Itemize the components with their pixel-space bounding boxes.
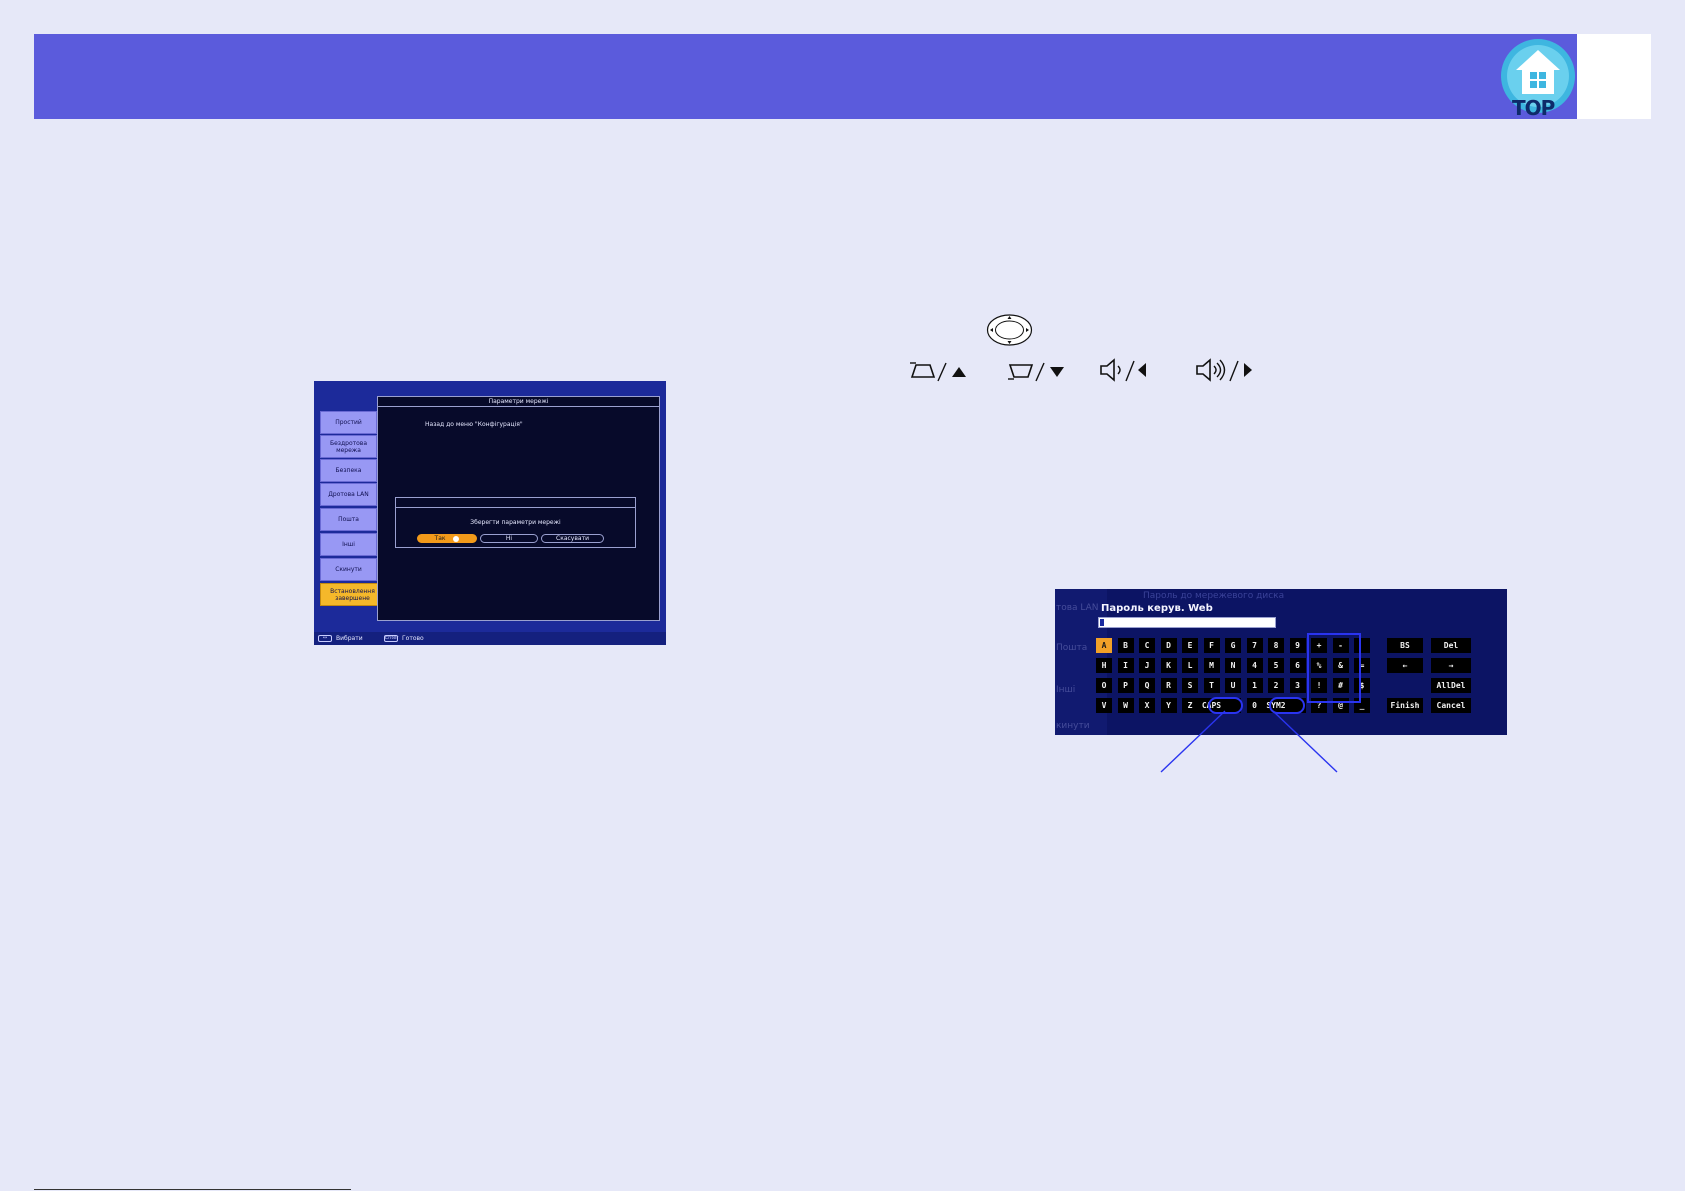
sidebar-item-reset[interactable]: Скинути [320,558,377,581]
keyboard-key[interactable]: 7 [1246,638,1263,653]
keyboard-key[interactable]: X [1139,698,1155,713]
keyboard-key[interactable]: L [1182,658,1198,673]
keyboard-key[interactable]: F [1203,638,1220,653]
keyboard-key[interactable]: Q [1139,678,1155,693]
cancel-button[interactable]: Скасувати [541,534,604,543]
dialog-titlebar [396,498,635,508]
back-to-config-link[interactable]: Назад до меню "Конфігурація" [425,421,523,428]
keyboard-key[interactable]: C [1139,638,1155,653]
keyboard-key[interactable]: P [1117,678,1134,693]
cancel-key[interactable]: Cancel [1431,698,1471,713]
keyboard-key[interactable]: J [1139,658,1155,673]
done-label: Готово [402,635,424,642]
keyboard-key[interactable]: H [1096,658,1112,673]
save-dialog: Зберегти параметри мережі Так Ні Скасува… [395,497,636,548]
keyboard-key[interactable]: M [1203,658,1220,673]
dialog-message: Зберегти параметри мережі [470,519,561,526]
keyboard-key[interactable]: N [1225,658,1241,673]
yes-button[interactable]: Так [417,534,477,543]
network-settings-screenshot: Простий Бездротова мережа Безпека Дротов… [314,381,666,645]
ghost-sidebar-item: Інші [1056,685,1076,695]
backspace-key[interactable]: BS [1387,638,1423,653]
footer-rule [34,1189,351,1190]
panel-title: Параметри мережі [378,397,659,407]
keyboard-key[interactable]: D [1160,638,1177,653]
cursor-right-key[interactable]: → [1431,658,1471,673]
keyboard-key[interactable]: O [1096,678,1112,693]
keyboard-key[interactable]: 8 [1268,638,1284,653]
dpad-icon [986,314,1033,346]
keyboard-key[interactable]: V [1096,698,1112,713]
callout-lines [1160,710,1338,773]
cursor-left-key[interactable]: ← [1387,658,1423,673]
keyboard-key[interactable]: 1 [1246,678,1263,693]
top-link-label[interactable]: TOP [1512,96,1555,120]
keyboard-key[interactable]: A [1096,638,1112,653]
ghost-sidebar-item: това LAN [1056,603,1099,613]
header-corner [1577,34,1651,119]
keyboard-key[interactable]: G [1225,638,1241,653]
select-label: Вибрати [336,635,363,642]
keyboard-key[interactable]: I [1117,658,1134,673]
sidebar-item-other[interactable]: Інші [320,533,377,556]
keyboard-key[interactable]: U [1225,678,1241,693]
all-delete-key[interactable]: AllDel [1431,678,1471,693]
keyboard-key[interactable]: S [1182,678,1198,693]
ghost-sidebar-item: Пошта [1056,643,1088,653]
symbol-keys-highlight [1307,633,1361,703]
sidebar-item-security[interactable]: Безпека [320,459,377,482]
keyboard-key[interactable]: 3 [1289,678,1306,693]
ghost-sidebar-item: кинути [1056,721,1090,731]
sidebar-item-wireless[interactable]: Бездротова мережа [320,435,377,458]
ghost-dialog-title: Пароль до мережевого диска [1143,591,1285,601]
enter-key-icon: Enter [384,635,399,642]
select-arrows-icon: ↔ [318,635,332,642]
settings-panel: Параметри мережі Назад до меню "Конфігур… [377,396,660,621]
keystone-up-icon [910,362,966,382]
sidebar-item-setup-complete[interactable]: Встановлення завершене [320,583,385,606]
text-cursor [1100,619,1104,626]
keyboard-key[interactable]: E [1182,638,1198,653]
keyboard-key[interactable]: R [1160,678,1177,693]
keystone-down-icon [1008,362,1064,382]
volume-up-icon [1196,358,1252,382]
keyboard-key[interactable]: B [1117,638,1134,653]
check-icon [453,535,460,542]
password-input[interactable] [1098,617,1276,628]
finish-key[interactable]: Finish [1387,698,1423,713]
keyboard-key[interactable]: 9 [1289,638,1306,653]
yes-button-label: Так [434,535,446,542]
header-band [34,34,1651,119]
sidebar-item-simple[interactable]: Простий [320,411,377,434]
volume-down-icon [1100,358,1146,382]
keyboard-key[interactable]: 5 [1268,658,1284,673]
no-button[interactable]: Ні [480,534,538,543]
keyboard-key[interactable]: K [1160,658,1177,673]
keyboard-title: Пароль керув. Web [1101,603,1213,614]
delete-key[interactable]: Del [1431,638,1471,653]
sidebar-item-wired-lan[interactable]: Дротова LAN [320,483,377,506]
screen-footer: ↔ Вибрати Enter Готово [314,632,666,645]
keyboard-key[interactable]: W [1117,698,1134,713]
sidebar-item-mail[interactable]: Пошта [320,508,377,531]
keyboard-key[interactable]: 6 [1289,658,1306,673]
keyboard-key[interactable]: 2 [1268,678,1284,693]
keyboard-key[interactable]: T [1203,678,1220,693]
keyboard-key[interactable]: 4 [1246,658,1263,673]
